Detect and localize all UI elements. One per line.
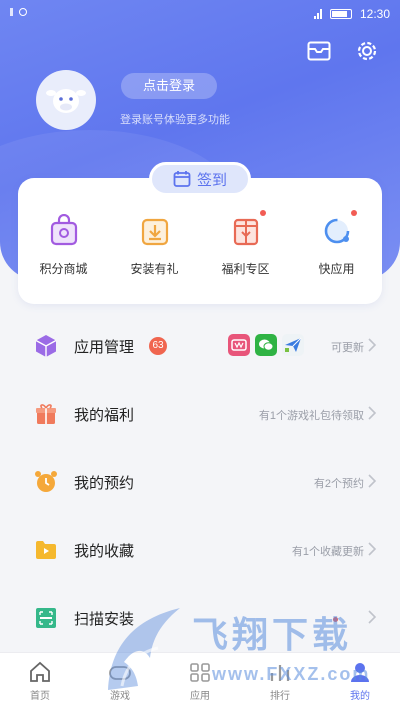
alarm-clock-icon <box>34 470 58 494</box>
gift-icon <box>34 402 58 426</box>
tab-apps[interactable]: 应用 <box>160 653 240 713</box>
quick-app-icon <box>319 210 357 248</box>
grid-label: 积分商城 <box>39 262 88 276</box>
list-item-label: 我的预约 <box>74 475 135 492</box>
sync-icon <box>19 8 27 16</box>
paper-plane-app-icon <box>282 334 304 356</box>
grid-label: 快应用 <box>318 262 355 276</box>
list-item-label: 扫描安装 <box>74 611 135 628</box>
grid-item-quick-app[interactable]: 快应用 <box>291 210 382 277</box>
list-item-detail: 有2个预约 <box>313 478 364 490</box>
tab-mine[interactable]: 我的 <box>320 653 400 713</box>
app-thumbnail-icon <box>228 334 250 356</box>
login-button[interactable]: 点击登录 <box>121 73 217 99</box>
tab-label: 游戏 <box>110 691 130 702</box>
cube-icon <box>34 334 58 358</box>
download-box-icon <box>137 212 173 248</box>
quick-actions-grid: 积分商城 安装有礼 福利专区 快应用 <box>18 210 382 277</box>
grid-item-install-gift[interactable]: 安装有礼 <box>109 212 200 277</box>
status-bar: 12:30 <box>0 0 400 28</box>
status-time: 12:30 <box>359 7 390 21</box>
grid-item-points-mall[interactable]: 积分商城 <box>18 212 109 277</box>
scan-icon <box>34 606 58 630</box>
notification-dot <box>259 210 266 216</box>
chevron-right-icon <box>368 474 377 488</box>
chevron-right-icon <box>368 338 377 352</box>
rank-icon <box>270 665 290 681</box>
list-item-my-welfare[interactable]: 我的福利 有1个游戏礼包待领取 <box>0 380 400 448</box>
login-hint: 登录账号体验更多功能 <box>120 114 230 126</box>
checkin-button[interactable]: 签到 <box>149 162 251 196</box>
user-icon <box>351 663 369 682</box>
calendar-icon <box>173 171 191 187</box>
message-box-icon[interactable] <box>306 38 332 64</box>
list-item-label: 应用管理 <box>74 339 135 356</box>
updatable-apps <box>228 334 304 356</box>
list-item-my-reservations[interactable]: 我的预约 有2个预约 <box>0 448 400 516</box>
battery-icon <box>329 9 352 19</box>
folder-icon <box>34 538 58 562</box>
home-icon <box>30 661 50 682</box>
grid-label: 福利专区 <box>221 262 270 276</box>
list-item-detail: 可更新 <box>331 342 364 354</box>
notification-dot <box>350 210 357 216</box>
chevron-right-icon <box>368 610 377 624</box>
list-item-app-management[interactable]: 应用管理 63 可更新 <box>0 312 400 380</box>
tab-label: 排行 <box>270 691 290 702</box>
tab-label: 我的 <box>350 691 370 702</box>
list-item-label: 我的福利 <box>74 407 135 424</box>
signal-icon <box>313 9 322 19</box>
notification-icon <box>10 8 13 16</box>
notification-dot <box>333 617 338 622</box>
chevron-right-icon <box>368 542 377 556</box>
list-item-label: 我的收藏 <box>74 543 135 560</box>
settings-gear-icon[interactable] <box>354 38 380 64</box>
shopping-bag-icon <box>46 212 82 248</box>
tab-label: 应用 <box>190 691 210 702</box>
bottom-tab-bar: 首页 游戏 应用 排行 我的 <box>0 652 400 713</box>
tab-games[interactable]: 游戏 <box>80 653 160 713</box>
list-item-detail: 有1个游戏礼包待领取 <box>258 410 364 422</box>
checkin-label: 签到 <box>196 171 227 189</box>
tab-home[interactable]: 首页 <box>0 653 80 713</box>
cow-avatar-icon <box>46 89 86 113</box>
chevron-right-icon <box>368 406 377 420</box>
grid-label: 安装有礼 <box>130 262 179 276</box>
list-item-detail: 有1个收藏更新 <box>291 546 364 558</box>
tab-ranking[interactable]: 排行 <box>240 653 320 713</box>
game-icon <box>109 666 131 680</box>
tab-label: 首页 <box>30 691 50 702</box>
grid-item-welfare-zone[interactable]: 福利专区 <box>200 210 291 277</box>
update-count-badge: 63 <box>149 337 167 355</box>
avatar[interactable] <box>36 70 96 130</box>
menu-list: 应用管理 63 可更新 我的福利 有1个游戏礼包待领取 我的预约 有2个预约 我… <box>0 312 400 652</box>
list-item-my-favorites[interactable]: 我的收藏 有1个收藏更新 <box>0 516 400 584</box>
gift-box-icon <box>228 210 266 248</box>
list-item-scan-install[interactable]: 扫描安装 <box>0 584 400 652</box>
apps-icon <box>190 663 210 682</box>
wechat-icon <box>255 334 277 356</box>
